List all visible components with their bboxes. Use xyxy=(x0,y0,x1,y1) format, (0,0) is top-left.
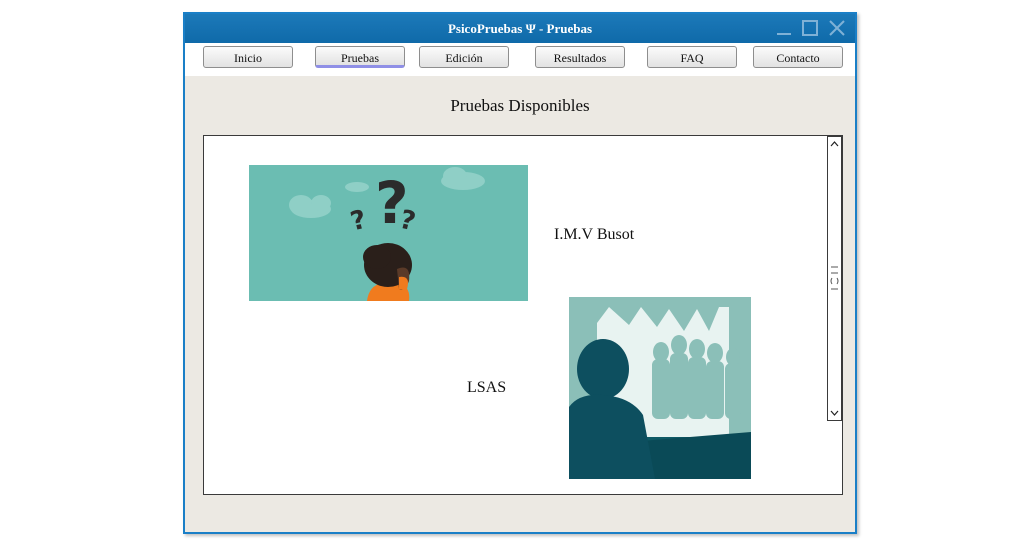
tab-pruebas[interactable]: Pruebas xyxy=(315,46,405,68)
test-name-imv-busot[interactable]: I.M.V Busot xyxy=(554,226,634,244)
scroll-thumb-grip-icon[interactable] xyxy=(829,265,840,291)
maximize-icon[interactable] xyxy=(801,20,819,36)
title-bar[interactable]: PsicoPruebas Ψ - Pruebas xyxy=(185,14,855,43)
vertical-scrollbar[interactable] xyxy=(827,136,842,421)
scroll-up-icon[interactable] xyxy=(828,137,841,151)
tab-faq[interactable]: FAQ xyxy=(647,46,737,68)
tab-resultados[interactable]: Resultados xyxy=(535,46,625,68)
page-title: Pruebas Disponibles xyxy=(450,96,590,115)
crowd-silhouette-image[interactable] xyxy=(569,297,751,479)
minimize-icon[interactable] xyxy=(775,20,793,36)
tests-list-panel: ? ? ? I.M.V Busot LSAS xyxy=(203,135,843,495)
tab-inicio[interactable]: Inicio xyxy=(203,46,293,68)
scroll-down-icon[interactable] xyxy=(828,406,841,420)
window-title: PsicoPruebas Ψ - Pruebas xyxy=(447,21,593,36)
tab-edicion[interactable]: Edición xyxy=(419,46,509,68)
test-name-lsas[interactable]: LSAS xyxy=(467,379,506,397)
question-person-image[interactable]: ? ? ? xyxy=(249,165,528,301)
nav-menu: Inicio Pruebas Edición Resultados FAQ Co… xyxy=(185,43,855,76)
tab-contacto[interactable]: Contacto xyxy=(753,46,843,68)
close-icon[interactable] xyxy=(828,20,846,36)
app-window: PsicoPruebas Ψ - Pruebas Inicio Pruebas … xyxy=(183,12,857,534)
